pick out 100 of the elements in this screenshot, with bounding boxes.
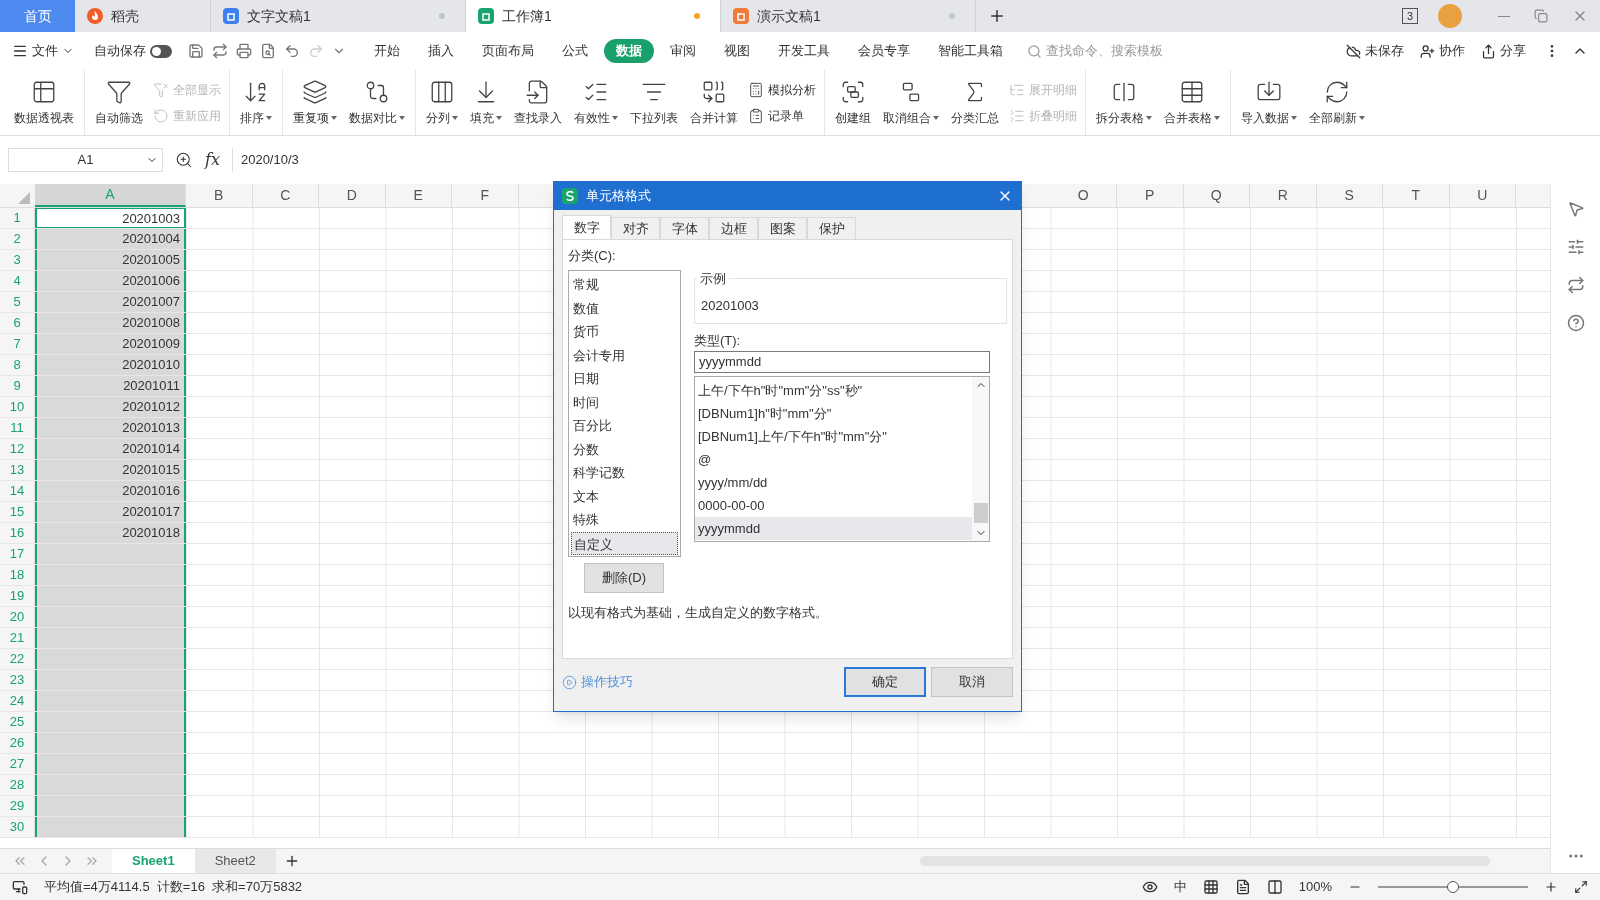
- ribbon-button[interactable]: 取消组合: [877, 70, 945, 135]
- column-header[interactable]: B: [186, 184, 253, 207]
- file-menu[interactable]: 文件: [12, 41, 82, 61]
- column-header[interactable]: U: [1449, 184, 1516, 207]
- ribbon-small-button[interactable]: 模拟分析: [748, 80, 816, 99]
- reading-view-icon[interactable]: [1266, 879, 1283, 895]
- name-box[interactable]: A1: [8, 148, 163, 172]
- window-count-badge[interactable]: 3: [1401, 8, 1418, 24]
- toolbar-action[interactable]: 未保存: [1340, 41, 1410, 61]
- table-cell[interactable]: [35, 691, 186, 711]
- dialog-tab[interactable]: 数字: [562, 215, 611, 239]
- column-header[interactable]: S: [1316, 184, 1383, 207]
- table-cell[interactable]: 20201004: [35, 229, 186, 249]
- table-cell[interactable]: [35, 817, 186, 837]
- table-cell[interactable]: [35, 649, 186, 669]
- ribbon-button[interactable]: 自动筛选: [89, 70, 149, 135]
- ribbon-button[interactable]: 导入数据: [1235, 70, 1303, 135]
- column-header[interactable]: O: [1050, 184, 1117, 207]
- menu-tab[interactable]: 视图: [712, 39, 762, 63]
- ribbon-button[interactable]: 排序: [234, 70, 278, 135]
- table-cell[interactable]: 20201011: [35, 376, 186, 396]
- category-item[interactable]: 常规: [571, 273, 678, 297]
- print-preview-icon[interactable]: [260, 43, 276, 59]
- zoom-icon[interactable]: [175, 151, 193, 169]
- toolbar-action[interactable]: 分享: [1475, 41, 1532, 61]
- column-header[interactable]: P: [1117, 184, 1184, 207]
- column-header[interactable]: T: [1383, 184, 1450, 207]
- sheet-tab[interactable]: Sheet2: [194, 849, 276, 873]
- format-type-item[interactable]: [DBNum1]上午/下午h"时"mm"分": [695, 424, 972, 448]
- table-cell[interactable]: [35, 712, 186, 732]
- table-cell[interactable]: 20201012: [35, 397, 186, 417]
- table-cell[interactable]: 20201014: [35, 439, 186, 459]
- zoom-percent[interactable]: 100%: [1298, 877, 1332, 897]
- document-tab[interactable]: 工作簿1: [466, 0, 721, 32]
- table-cell[interactable]: [35, 775, 186, 795]
- menu-tab[interactable]: 页面布局: [470, 39, 546, 63]
- save-icon[interactable]: [188, 43, 204, 59]
- ribbon-button[interactable]: 有效性: [568, 70, 624, 135]
- ribbon-button[interactable]: 填充: [464, 70, 508, 135]
- table-cell[interactable]: [35, 754, 186, 774]
- column-header[interactable]: E: [385, 184, 452, 207]
- help-icon[interactable]: [1566, 314, 1585, 332]
- ribbon-button[interactable]: 合并计算: [684, 70, 744, 135]
- ribbon-small-button[interactable]: 记录单: [748, 106, 816, 125]
- dialog-tab[interactable]: 字体: [660, 217, 709, 239]
- table-cell[interactable]: 20201009: [35, 334, 186, 354]
- dialog-tab[interactable]: 对齐: [611, 217, 660, 239]
- pointer-icon[interactable]: [1566, 200, 1585, 218]
- undo-icon[interactable]: [284, 43, 300, 59]
- format-type-item[interactable]: @: [695, 447, 972, 472]
- table-cell[interactable]: 20201013: [35, 418, 186, 438]
- dialog-tab[interactable]: 保护: [807, 217, 856, 239]
- table-cell[interactable]: 20201008: [35, 313, 186, 333]
- table-cell[interactable]: [35, 796, 186, 816]
- category-item[interactable]: 自定义: [571, 531, 678, 555]
- ok-button[interactable]: 确定: [844, 667, 926, 697]
- table-cell[interactable]: 20201005: [35, 250, 186, 270]
- format-type-item[interactable]: [DBNum1]h"时"mm"分": [695, 401, 972, 425]
- fullscreen-icon[interactable]: [1574, 880, 1588, 894]
- toolbar-action[interactable]: 协作: [1414, 41, 1471, 61]
- table-cell[interactable]: 20201018: [35, 523, 186, 543]
- monitor-icon[interactable]: [12, 879, 28, 895]
- menu-tab[interactable]: 智能工具箱: [926, 39, 1015, 63]
- ribbon-button[interactable]: 数据透视表: [8, 70, 80, 135]
- table-cell[interactable]: [35, 628, 186, 648]
- normal-view-icon[interactable]: [1202, 879, 1219, 895]
- menu-tab[interactable]: 公式: [550, 39, 600, 63]
- category-item[interactable]: 货币: [571, 320, 678, 344]
- category-item[interactable]: 数值: [571, 296, 678, 320]
- format-type-item[interactable]: yyyymmdd: [695, 517, 972, 541]
- table-cell[interactable]: [35, 544, 186, 564]
- ribbon-button[interactable]: 创建组: [829, 70, 877, 135]
- category-item[interactable]: 文本: [571, 484, 678, 508]
- ribbon-button[interactable]: 分类汇总: [945, 70, 1005, 135]
- table-cell[interactable]: 20201006: [35, 271, 186, 291]
- table-cell[interactable]: 20201007: [35, 292, 186, 312]
- redo-icon[interactable]: [308, 43, 324, 59]
- ribbon-button[interactable]: 分列: [420, 70, 464, 135]
- table-cell[interactable]: 20201017: [35, 502, 186, 522]
- table-cell[interactable]: 20201010: [35, 355, 186, 375]
- eye-icon[interactable]: [1141, 879, 1158, 895]
- column-header[interactable]: R: [1250, 184, 1317, 207]
- ribbon-button[interactable]: 重复项: [287, 70, 343, 135]
- formula-field[interactable]: 2020/10/3: [231, 148, 1530, 172]
- menu-tab[interactable]: 插入: [416, 39, 466, 63]
- ribbon-button[interactable]: 下拉列表: [624, 70, 684, 135]
- format-type-item[interactable]: 上午/下午h"时"mm"分"ss"秒": [695, 378, 972, 402]
- format-type-item[interactable]: yyyy/mm/dd: [695, 471, 972, 495]
- input-method-icon[interactable]: 中: [1173, 877, 1187, 897]
- dialog-tab[interactable]: 图案: [758, 217, 807, 239]
- autosave-toggle[interactable]: [150, 44, 172, 58]
- table-cell[interactable]: 20201015: [35, 460, 186, 480]
- table-cell[interactable]: [35, 565, 186, 585]
- table-cell[interactable]: [35, 586, 186, 606]
- category-item[interactable]: 科学记数: [571, 461, 678, 485]
- swap-icon[interactable]: [1566, 276, 1585, 294]
- column-header[interactable]: C: [252, 184, 319, 207]
- category-item[interactable]: 百分比: [571, 414, 678, 438]
- dialog-tab[interactable]: 边框: [709, 217, 758, 239]
- column-header[interactable]: Q: [1183, 184, 1250, 207]
